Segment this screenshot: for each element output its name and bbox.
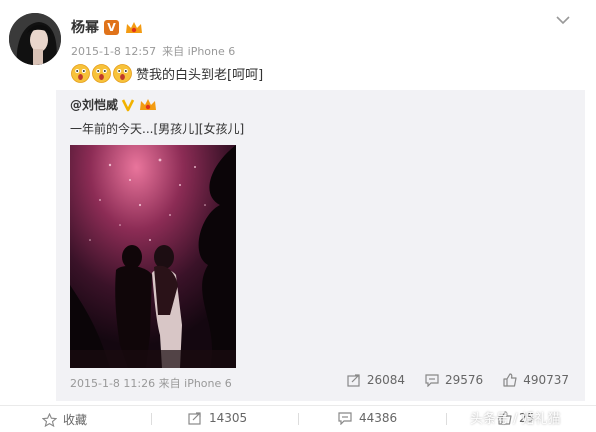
weibo-post-card: 杨幂 V 2015-1-8 12:57 来自 iPhone 6 赞我的白头到老[… xyxy=(0,0,596,432)
repost-author-row: @刘恺威 xyxy=(70,96,158,113)
share-button[interactable]: 14305 xyxy=(188,411,247,425)
verified-badge-icon xyxy=(121,98,135,111)
repost-source: 来自 iPhone 6 xyxy=(158,377,232,390)
post-meta: 2015-1-8 12:57 来自 iPhone 6 xyxy=(71,43,241,59)
repost-author-name[interactable]: @刘恺威 xyxy=(70,96,118,113)
share-icon xyxy=(188,412,201,425)
watermark-text: 头条号 / 婚礼猫 xyxy=(470,412,561,427)
repost-share-count: 26084 xyxy=(366,373,405,387)
collect-button[interactable]: 收藏 xyxy=(42,411,87,428)
vip-crown-icon xyxy=(140,99,157,110)
comment-icon xyxy=(425,374,439,387)
avatar[interactable] xyxy=(9,13,61,65)
comment-button[interactable]: 44386 xyxy=(338,411,397,425)
surprised-emoji-icon xyxy=(92,63,111,83)
vip-crown-icon xyxy=(126,21,142,33)
author-row: 杨幂 V xyxy=(71,17,144,37)
repost-share-button[interactable]: 26084 xyxy=(347,373,405,387)
post-text: 赞我的白头到老[呵呵] xyxy=(136,67,264,83)
post-source: 来自 iPhone 6 xyxy=(162,45,236,58)
surprised-emoji-icon xyxy=(71,63,90,83)
repost-comment-button[interactable]: 29576 xyxy=(425,373,483,387)
fireworks-couple-photo[interactable] xyxy=(70,145,236,368)
repost-date[interactable]: 2015-1-8 11:26 xyxy=(70,377,155,390)
repost-meta: 2015-1-8 11:26 来自 iPhone 6 xyxy=(70,375,232,391)
author-name[interactable]: 杨幂 xyxy=(71,17,99,37)
post-date[interactable]: 2015-1-8 12:57 xyxy=(71,45,156,58)
divider xyxy=(151,413,152,425)
verified-badge-icon: V xyxy=(104,19,119,35)
repost-text: 一年前的今天...[男孩儿][女孩儿] xyxy=(70,122,245,136)
divider xyxy=(298,413,299,425)
chevron-down-icon[interactable] xyxy=(555,14,571,26)
reposted-weibo[interactable]: @刘恺威 一年前的今天...[男孩儿][女孩儿] 2015-1-8 11:26 … xyxy=(56,90,585,401)
share-icon xyxy=(347,374,360,387)
comment-count: 44386 xyxy=(359,411,398,425)
repost-stats: 26084 29576 490737 xyxy=(327,373,569,387)
repost-like-button[interactable]: 490737 xyxy=(503,373,569,387)
thumbs-up-icon xyxy=(503,373,517,387)
star-icon xyxy=(42,412,57,427)
post-content: 赞我的白头到老[呵呵] xyxy=(71,62,263,84)
collect-label: 收藏 xyxy=(63,413,88,427)
comment-icon xyxy=(338,412,352,425)
divider xyxy=(446,413,447,425)
share-count: 14305 xyxy=(209,411,248,425)
repost-like-count: 490737 xyxy=(523,373,569,387)
repost-comment-count: 29576 xyxy=(445,373,484,387)
surprised-emoji-icon xyxy=(113,63,132,83)
